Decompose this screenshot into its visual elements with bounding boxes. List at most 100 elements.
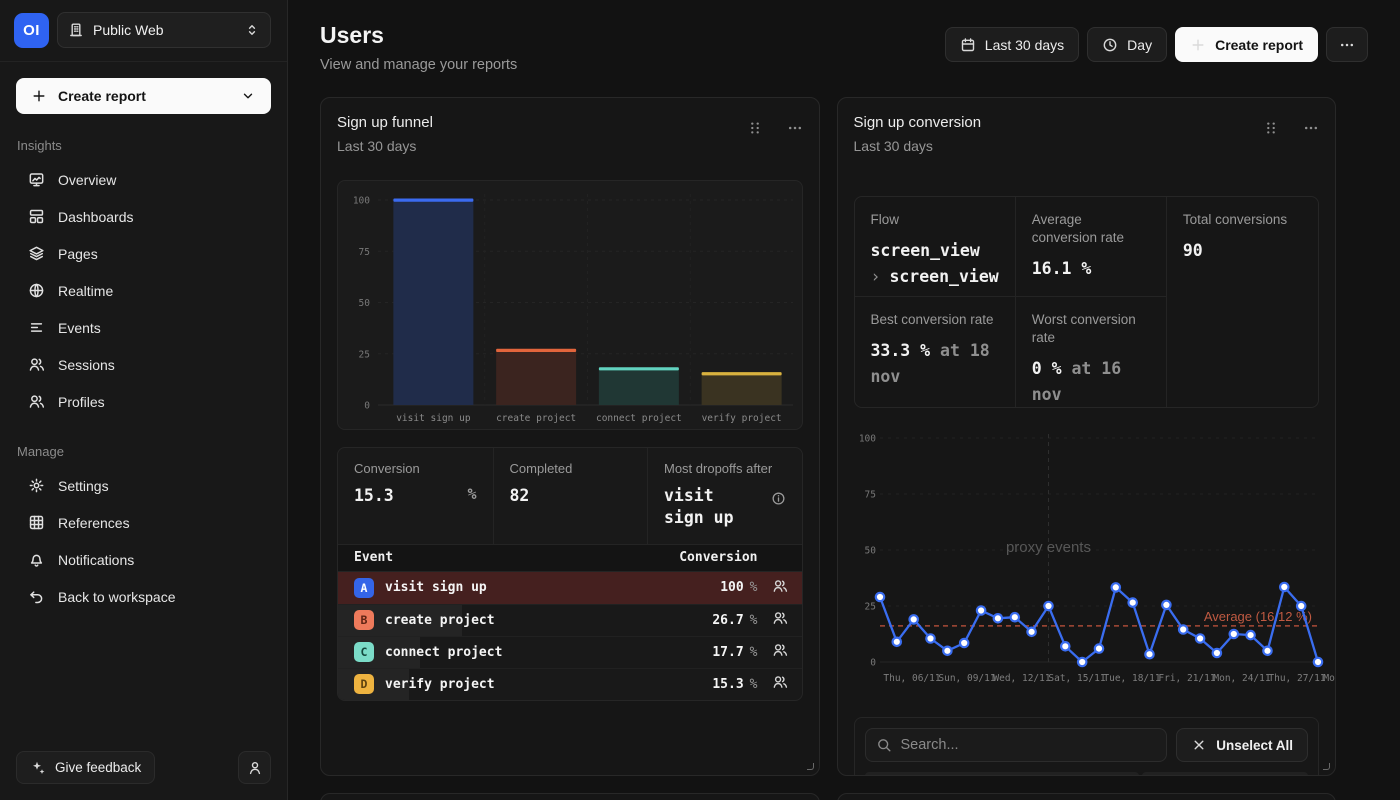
event-badge: A — [354, 578, 374, 598]
conversion-line-chart: 0255075100proxy eventsAverage (16.12 %)T… — [854, 428, 1321, 685]
svg-text:75: 75 — [864, 490, 875, 501]
stat-label: Worst conversion rate — [1032, 311, 1150, 347]
sidebar-item-label: Sessions — [58, 357, 115, 373]
info-icon[interactable] — [771, 491, 786, 509]
nav-section-heading: Insights — [17, 138, 271, 153]
sidebar-body: Create report Insights Overview Dashboards… — [0, 62, 287, 739]
funnel-row-verify-project[interactable]: Dverify project 15.3% — [338, 668, 802, 700]
users-icon[interactable] — [772, 578, 788, 598]
svg-text:Wed, 12/11: Wed, 12/11 — [993, 673, 1050, 684]
resize-handle[interactable] — [807, 763, 814, 770]
svg-text:100: 100 — [858, 434, 875, 445]
funnel-row-connect-project[interactable]: Cconnect project 17.7% — [338, 636, 802, 668]
create-report-header-button[interactable]: Create report — [1175, 27, 1318, 62]
profile-button[interactable] — [238, 751, 271, 784]
funnel-table-header: Event Conversion — [338, 544, 802, 572]
drag-handle-icon[interactable] — [1263, 120, 1279, 136]
sidebar-item-overview[interactable]: Overview — [16, 161, 271, 198]
svg-text:25: 25 — [359, 349, 370, 360]
sessions-icon — [28, 356, 45, 373]
sidebar-item-notifications[interactable]: Notifications — [16, 541, 271, 578]
svg-text:0: 0 — [364, 401, 370, 412]
create-report-label: Create report — [58, 88, 146, 104]
funnel-card-title: Sign up funnel — [337, 114, 433, 131]
svg-text:100: 100 — [353, 196, 370, 207]
event-label: verify project — [385, 677, 495, 692]
stat-value: 33.3 % — [871, 341, 931, 360]
sidebar-item-events[interactable]: Events — [16, 309, 271, 346]
stat-label: Flow — [871, 211, 999, 229]
drag-handle-icon[interactable] — [747, 120, 763, 136]
users-icon[interactable] — [772, 610, 788, 630]
conversion-card-controls — [1263, 120, 1319, 136]
funnel-table-panel: Conversion 15.3%Completed 82Most dropoff… — [337, 447, 803, 701]
sidebar-item-pages[interactable]: Pages — [16, 235, 271, 272]
event-label: visit sign up — [385, 580, 487, 595]
plus-icon — [1190, 37, 1206, 53]
sidebar-item-profiles[interactable]: Profiles — [16, 383, 271, 420]
unselect-all-label: Unselect All — [1216, 738, 1293, 753]
interval-button[interactable]: Day — [1087, 27, 1167, 62]
more-options-button[interactable] — [1326, 27, 1368, 62]
workspace-selector[interactable]: Public Web — [57, 12, 271, 48]
funnel-stat-completed: Completed 82 — [493, 448, 648, 544]
stat-value: 82 — [510, 485, 632, 507]
svg-text:Thu, 06/11: Thu, 06/11 — [883, 673, 940, 684]
sidebar-item-label: Pages — [58, 246, 98, 262]
conversion-card: Sign up conversion Last 30 days Flowscre… — [837, 97, 1337, 776]
svg-text:Average (16.12 %): Average (16.12 %) — [1203, 609, 1311, 624]
events-panel: Unselect All — [854, 717, 1320, 776]
svg-text:Mon, 01/12: Mon, 01/12 — [1323, 673, 1336, 684]
give-feedback-button[interactable]: Give feedback — [16, 751, 155, 784]
funnel-row-create-project[interactable]: Bcreate project 26.7% — [338, 604, 802, 636]
sidebar-item-sessions[interactable]: Sessions — [16, 346, 271, 383]
events-list-cell[interactable] — [1142, 772, 1308, 776]
event-column-header: Event — [354, 550, 662, 565]
sidebar-item-settings[interactable]: Settings — [16, 467, 271, 504]
users-icon[interactable] — [772, 642, 788, 662]
users-icon[interactable] — [772, 674, 788, 694]
conversion-column-header: Conversion — [679, 550, 757, 565]
stat-label: Average conversion rate — [1032, 211, 1150, 247]
next-row-card — [837, 793, 1337, 800]
flow-step-1: screen_view — [871, 238, 999, 264]
svg-text:25: 25 — [864, 602, 875, 613]
stat-value: 15.3 — [354, 485, 460, 507]
conversion-value: 100% — [720, 580, 757, 595]
sidebar-item-references[interactable]: References — [16, 504, 271, 541]
sidebar-item-realtime[interactable]: Realtime — [16, 272, 271, 309]
resize-handle[interactable] — [1323, 763, 1330, 770]
sidebar-item-back-to-workspace[interactable]: Back to workspace — [16, 578, 271, 615]
ellipsis-icon — [1339, 37, 1355, 53]
stat-value: 90 — [1183, 241, 1203, 260]
funnel-row-visit-sign-up[interactable]: Avisit sign up 100% — [338, 572, 802, 604]
svg-text:75: 75 — [359, 247, 370, 258]
funnel-card-controls — [747, 120, 803, 136]
events-list-cell[interactable] — [865, 772, 1139, 776]
event-badge: B — [354, 610, 374, 630]
interval-label: Day — [1127, 37, 1152, 53]
pages-icon — [28, 245, 45, 262]
workspace-name: Public Web — [93, 22, 235, 38]
realtime-icon — [28, 282, 45, 299]
date-range-button[interactable]: Last 30 days — [945, 27, 1079, 62]
app-logo-text: OI — [23, 22, 40, 39]
create-report-button[interactable]: Create report — [16, 78, 271, 114]
sidebar-item-label: Settings — [58, 478, 109, 494]
sidebar-item-label: Events — [58, 320, 101, 336]
search-input[interactable] — [901, 737, 1157, 753]
card-menu-icon[interactable] — [1303, 120, 1319, 136]
app-logo[interactable]: OI — [14, 13, 49, 48]
sidebar-item-dashboards[interactable]: Dashboards — [16, 198, 271, 235]
create-report-header-label: Create report — [1215, 37, 1303, 53]
sidebar-item-label: Overview — [58, 172, 116, 188]
card-menu-icon[interactable] — [787, 120, 803, 136]
back-icon — [28, 588, 45, 605]
page-header: Users View and manage your reports Last … — [320, 22, 1368, 73]
building-icon — [68, 22, 84, 38]
unselect-all-button[interactable]: Unselect All — [1176, 728, 1308, 762]
conversion-stat-flow: Flowscreen_view ›screen_view — [855, 197, 1016, 297]
page-subtitle: View and manage your reports — [320, 57, 517, 73]
events-icon — [28, 319, 45, 336]
search-icon — [876, 737, 892, 753]
